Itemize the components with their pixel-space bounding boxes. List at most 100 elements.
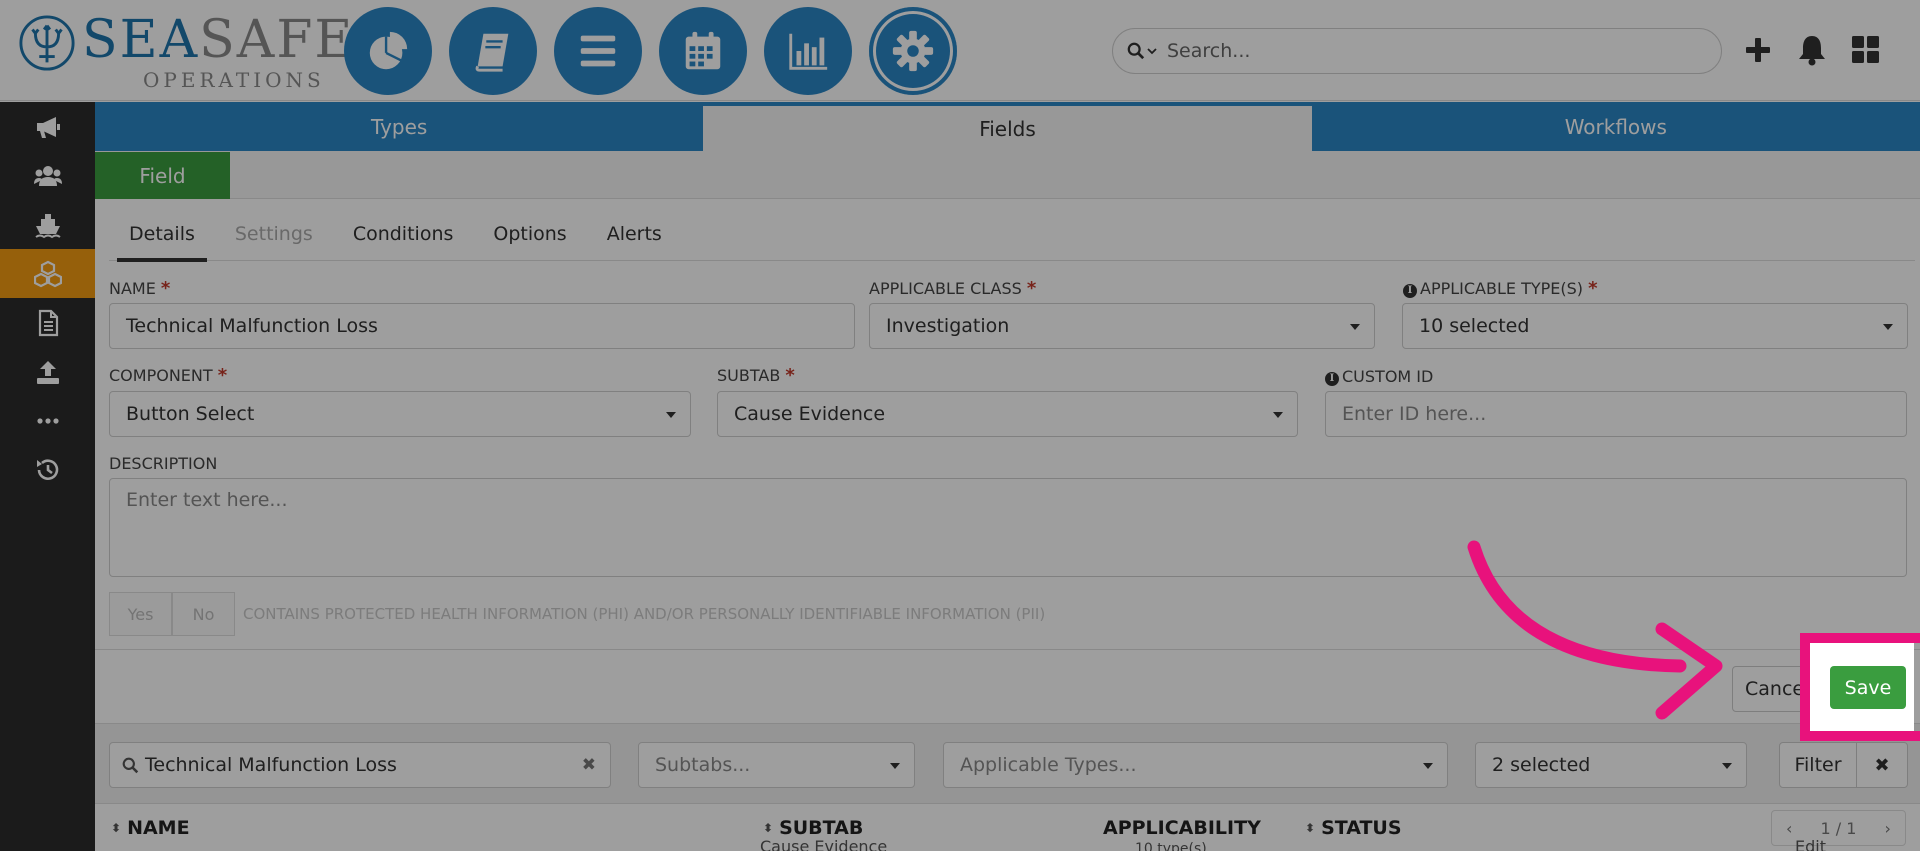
sidebar-item-documents[interactable] (0, 298, 95, 347)
ship-icon (34, 213, 61, 238)
list-icon (580, 35, 616, 67)
cubes-icon (33, 260, 62, 287)
calendar-icon (685, 31, 721, 70)
field-strip: Field (95, 151, 1920, 199)
close-icon: ✖ (1874, 754, 1890, 776)
add-button[interactable] (1740, 30, 1776, 70)
apps-button[interactable] (1848, 30, 1884, 70)
nav-calendar-button[interactable] (659, 7, 747, 95)
prev-page-icon[interactable]: ‹ (1786, 819, 1792, 838)
component-select[interactable]: Button Select (109, 391, 691, 437)
nav-logbook-button[interactable] (449, 7, 537, 95)
table-row-applicability-cell: 10 type(s) (1135, 841, 1207, 851)
subtab-label: Subtab * (717, 365, 795, 386)
sidebar-item-configuration[interactable] (0, 249, 95, 298)
subtab-settings: Settings (234, 223, 313, 245)
notifications-button[interactable] (1794, 30, 1830, 70)
clear-search-icon[interactable]: ✖ (582, 755, 596, 775)
column-header-status[interactable]: ⬍ Status (1305, 804, 1402, 851)
fields-table-header: ⬍ Name ⬍ Subtab Applicability ⬍ Status ‹ 1 … (95, 803, 1920, 851)
subtab-select[interactable]: Cause Evidence (717, 391, 1298, 437)
list-search-value: Technical Malfunction Loss (145, 754, 397, 776)
table-row-edit-button[interactable]: Edit (1795, 837, 1826, 851)
search-icon (122, 757, 139, 773)
table-row-subtab-cell: Cause Evidence (760, 837, 888, 851)
applicable-types-filter-select[interactable]: Applicable Types... (943, 742, 1448, 788)
next-page-icon[interactable]: › (1885, 819, 1891, 838)
sidebar-item-users[interactable] (0, 151, 95, 200)
sidebar-item-announcements[interactable] (0, 102, 95, 151)
custom-id-input[interactable]: Enter ID here... (1325, 391, 1907, 437)
more-icon (36, 417, 59, 424)
component-label: Component * (109, 365, 228, 386)
document-icon (38, 309, 58, 336)
megaphone-icon (36, 116, 60, 138)
phi-toggle-row: Yes No Contains protected health informa… (109, 592, 1045, 636)
subtab-details[interactable]: Details (109, 217, 215, 262)
subtab-conditions[interactable]: Conditions (333, 217, 474, 261)
save-button[interactable]: Save (1830, 666, 1906, 709)
field-editor: Field Details Settings Conditions Option… (95, 151, 1920, 851)
pagination: ‹ 1 / 1 › (1771, 810, 1906, 846)
subtab-alerts[interactable]: Alerts (587, 217, 682, 261)
cancel-button[interactable]: Cancel (1732, 666, 1822, 712)
sidebar-item-more[interactable] (0, 396, 95, 445)
nav-settings-button[interactable] (869, 7, 957, 95)
bar-chart-icon (789, 33, 828, 70)
chevron-down-icon (1147, 48, 1157, 55)
nav-dashboard-button[interactable] (344, 7, 432, 95)
list-search-field[interactable]: Technical Malfunction Loss ✖ (109, 742, 611, 788)
filter-button[interactable]: Filter (1779, 742, 1857, 788)
trident-logo-icon (19, 15, 75, 71)
applicable-types-label: i Applicable Type(s) * (1403, 278, 1598, 299)
plus-icon (1746, 38, 1770, 62)
applicable-types-select[interactable]: 10 selected (1402, 303, 1908, 349)
subtabs-filter-select[interactable]: Subtabs... (638, 742, 915, 788)
logo-subtitle: OPERATIONS (143, 68, 325, 92)
sidebar-item-vessels[interactable] (0, 200, 95, 249)
info-icon: i (1325, 372, 1339, 386)
pie-chart-icon (369, 31, 408, 70)
sidebar-item-history[interactable] (0, 445, 95, 494)
phi-yes-button[interactable]: Yes (109, 592, 172, 636)
tab-fields[interactable]: Fields (703, 106, 1312, 151)
subtab-options[interactable]: Options (473, 217, 586, 261)
main-tabs: Types Fields Workflows (95, 102, 1920, 151)
tab-types[interactable]: Types (95, 102, 703, 151)
info-icon: i (1403, 284, 1417, 298)
tab-workflows[interactable]: Workflows (1312, 102, 1920, 151)
field-pill-tab[interactable]: Field (95, 152, 230, 199)
nav-list-button[interactable] (554, 7, 642, 95)
description-label: Description (109, 454, 218, 473)
applicable-class-label: Applicable Class * (869, 278, 1037, 299)
book-icon (475, 33, 509, 72)
history-icon (36, 458, 58, 480)
search-icon[interactable] (1127, 42, 1167, 60)
name-label: Name * (109, 278, 171, 299)
sort-icon: ⬍ (1305, 821, 1316, 835)
search-input[interactable] (1167, 40, 1707, 62)
detail-subtabs: Details Settings Conditions Options Aler… (109, 217, 1915, 262)
custom-id-label: i Custom ID (1325, 367, 1433, 386)
phi-no-button[interactable]: No (172, 592, 235, 636)
status-filter-select[interactable]: 2 selected (1475, 742, 1747, 788)
bell-icon (1799, 36, 1825, 66)
logo-wordmark: SEASAFE (82, 10, 355, 70)
name-field[interactable]: Technical Malfunction Loss (109, 303, 855, 349)
nav-reports-button[interactable] (764, 7, 852, 95)
grid-icon (1852, 36, 1879, 63)
column-header-name[interactable]: ⬍ Name (111, 804, 190, 851)
users-icon (33, 165, 62, 186)
form-divider (95, 649, 1920, 650)
top-header: SEASAFE OPERATIONS (0, 0, 1920, 101)
sort-icon: ⬍ (763, 821, 774, 835)
clear-filter-button[interactable]: ✖ (1856, 742, 1908, 788)
applicable-class-select[interactable]: Investigation (869, 303, 1375, 349)
description-textarea[interactable]: Enter text here... (109, 478, 1907, 577)
seasafe-logo[interactable]: SEASAFE OPERATIONS (18, 10, 352, 92)
global-search[interactable] (1112, 28, 1722, 74)
sidebar-item-upload[interactable] (0, 347, 95, 396)
main-nav (344, 7, 957, 95)
phi-label: Contains protected health information (P… (243, 605, 1046, 623)
gear-icon (892, 30, 934, 72)
